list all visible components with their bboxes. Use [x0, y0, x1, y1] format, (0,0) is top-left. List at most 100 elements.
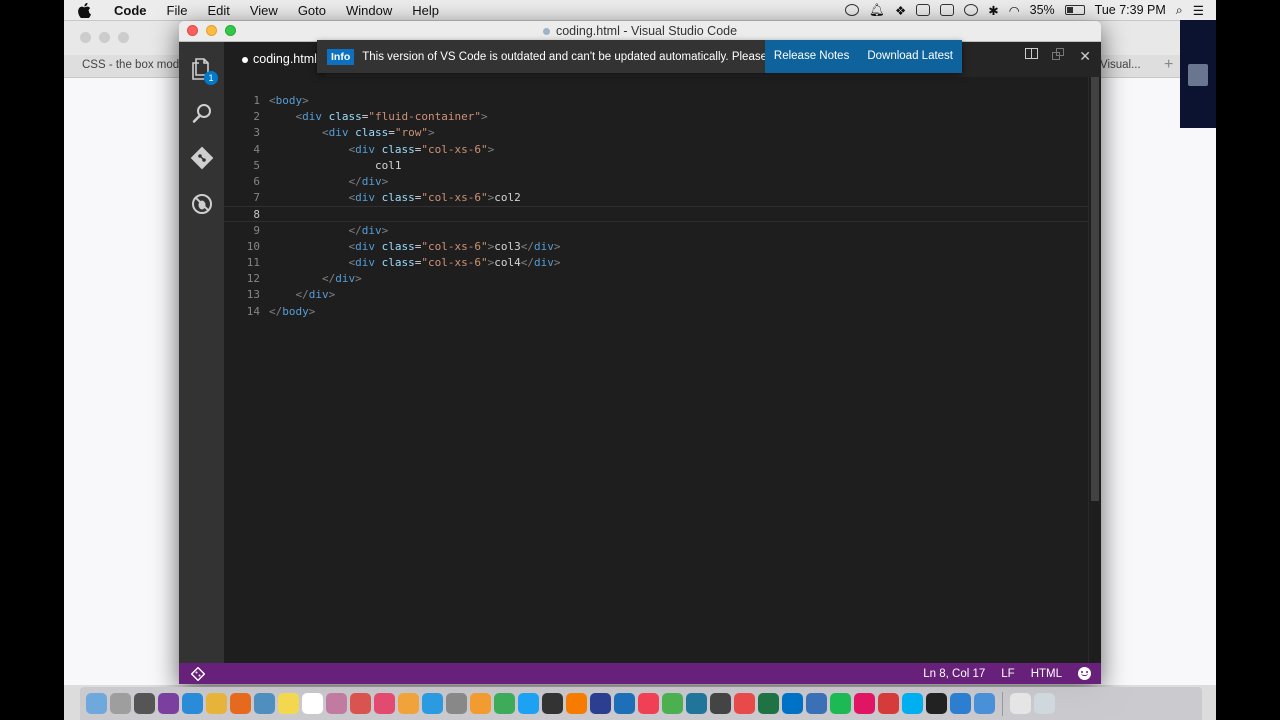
- itunes-icon[interactable]: [374, 693, 395, 714]
- smart-icon[interactable]: [878, 693, 899, 714]
- open-changes-icon[interactable]: [1052, 48, 1065, 61]
- twitter-icon[interactable]: [518, 693, 539, 714]
- slack-icon[interactable]: [854, 693, 875, 714]
- maximize-window-button[interactable]: [225, 25, 236, 36]
- git-branch-icon[interactable]: [191, 666, 205, 681]
- code-line[interactable]: 1 <body>: [224, 93, 1088, 109]
- menu-file[interactable]: File: [157, 3, 198, 18]
- notification-center-icon[interactable]: ☰: [1193, 3, 1204, 18]
- editor-scrollbar[interactable]: [1088, 77, 1101, 663]
- vscode-icon[interactable]: [950, 693, 971, 714]
- menu-edit[interactable]: Edit: [197, 3, 239, 18]
- menubar-clock[interactable]: Tue 7:39 PM: [1095, 3, 1166, 17]
- chrome2-icon[interactable]: [662, 693, 683, 714]
- wifi-icon[interactable]: [806, 693, 827, 714]
- search-icon[interactable]: [189, 100, 215, 126]
- browser-tab-css[interactable]: CSS - the box mode: [82, 59, 186, 71]
- end-of-line[interactable]: LF: [1001, 668, 1014, 680]
- files-icon[interactable]: 1: [189, 56, 218, 85]
- download-latest-button[interactable]: Download Latest: [858, 40, 962, 73]
- pocket-icon[interactable]: [638, 693, 659, 714]
- syspref-icon[interactable]: [446, 693, 467, 714]
- record-icon[interactable]: [845, 4, 860, 16]
- menu-icon[interactable]: [1188, 64, 1208, 86]
- finder-icon[interactable]: [86, 693, 107, 714]
- flux-icon[interactable]: [470, 693, 491, 714]
- chrome-icon[interactable]: [206, 693, 227, 714]
- rocket-icon[interactable]: [134, 693, 155, 714]
- code-line[interactable]: 12 </div>: [224, 271, 1088, 287]
- preview-icon[interactable]: [254, 693, 275, 714]
- spotlight-icon[interactable]: ⌕: [1176, 3, 1183, 18]
- terminal-icon[interactable]: [926, 693, 947, 714]
- clock-icon[interactable]: [542, 693, 563, 714]
- code-editor[interactable]: 1 <body> 2 <div class="fluid-container"> 3 …: [224, 77, 1088, 663]
- tab-coding-html[interactable]: coding.html: [224, 42, 325, 77]
- skype-like-icon[interactable]: [734, 693, 755, 714]
- close-editor-icon[interactable]: ✕: [1079, 48, 1091, 65]
- code-line[interactable]: 10 <div class="col-xs-6">col3</div>: [224, 239, 1088, 255]
- minimize-window-button[interactable]: [206, 25, 217, 36]
- sublime-icon[interactable]: [566, 693, 587, 714]
- launchpad-icon[interactable]: [110, 693, 131, 714]
- ibooks-icon[interactable]: [398, 693, 419, 714]
- battery-icon[interactable]: [1064, 5, 1085, 15]
- bluetooth-icon[interactable]: ✱: [988, 3, 998, 18]
- code-line[interactable]: 5 col1: [224, 158, 1088, 174]
- line-number: 1: [253, 94, 260, 107]
- safari-icon[interactable]: [182, 693, 203, 714]
- menu-window[interactable]: Window: [336, 3, 402, 18]
- code-line[interactable]: 8: [224, 206, 1088, 223]
- outlook-icon[interactable]: [782, 693, 803, 714]
- sync-icon[interactable]: [916, 4, 931, 16]
- scrollbar-thumb[interactable]: [1091, 77, 1099, 501]
- notification-bell-icon[interactable]: 🔔︎: [869, 3, 885, 18]
- eclipse-icon[interactable]: [590, 693, 611, 714]
- menu-view[interactable]: View: [240, 3, 288, 18]
- notes-icon[interactable]: [278, 693, 299, 714]
- code-line[interactable]: 3 <div class="row">: [224, 125, 1088, 141]
- code-line[interactable]: 4 <div class="col-xs-6">: [224, 142, 1088, 158]
- wifi-icon[interactable]: ◠: [1009, 3, 1020, 18]
- unity-icon[interactable]: [710, 693, 731, 714]
- feedback-smiley-icon[interactable]: [1078, 667, 1091, 680]
- code-line[interactable]: 14 </body>: [224, 304, 1088, 320]
- code-line[interactable]: 2 <div class="fluid-container">: [224, 109, 1088, 125]
- code-line[interactable]: 6 </div>: [224, 174, 1088, 190]
- code-line[interactable]: 7 <div class="col-xs-6">col2: [224, 190, 1088, 206]
- apple-icon[interactable]: [78, 2, 92, 19]
- calendar-icon[interactable]: [302, 693, 323, 714]
- firefox-icon[interactable]: [230, 693, 251, 714]
- popcorn-icon[interactable]: [350, 693, 371, 714]
- appstore-icon[interactable]: [422, 693, 443, 714]
- code-line[interactable]: 11 <div class="col-xs-6">col4</div>: [224, 255, 1088, 271]
- git-icon[interactable]: [189, 145, 215, 171]
- code-line[interactable]: 13 </div>: [224, 287, 1088, 303]
- onenote-icon[interactable]: [158, 693, 179, 714]
- excel-icon[interactable]: [758, 693, 779, 714]
- skype-icon[interactable]: [902, 693, 923, 714]
- dropbox-icon[interactable]: ❖: [895, 3, 906, 18]
- debug-icon[interactable]: [189, 191, 215, 217]
- code-line[interactable]: 9 </div>: [224, 223, 1088, 239]
- wordpress-icon[interactable]: [686, 693, 707, 714]
- spotify-icon[interactable]: [830, 693, 851, 714]
- trash-icon[interactable]: [1034, 693, 1055, 714]
- language-mode[interactable]: HTML: [1031, 668, 1062, 680]
- menu-goto[interactable]: Goto: [288, 3, 336, 18]
- menu-help[interactable]: Help: [402, 3, 449, 18]
- downloads-icon[interactable]: [1010, 693, 1031, 714]
- release-notes-button[interactable]: Release Notes: [764, 40, 859, 73]
- menu-app-name[interactable]: Code: [104, 3, 157, 18]
- split-editor-icon[interactable]: [1025, 48, 1039, 59]
- android-icon[interactable]: [494, 693, 515, 714]
- photos-icon[interactable]: [326, 693, 347, 714]
- browser-tab-visual[interactable]: Visual...: [1100, 59, 1141, 71]
- window-icon[interactable]: [940, 4, 955, 16]
- cursor-position[interactable]: Ln 8, Col 17: [923, 668, 985, 680]
- close-window-button[interactable]: [187, 25, 198, 36]
- quicktime-icon[interactable]: [974, 693, 995, 714]
- vscode-w-icon[interactable]: [614, 693, 635, 714]
- new-tab-icon[interactable]: +: [1164, 56, 1173, 74]
- time-machine-icon[interactable]: [964, 4, 979, 16]
